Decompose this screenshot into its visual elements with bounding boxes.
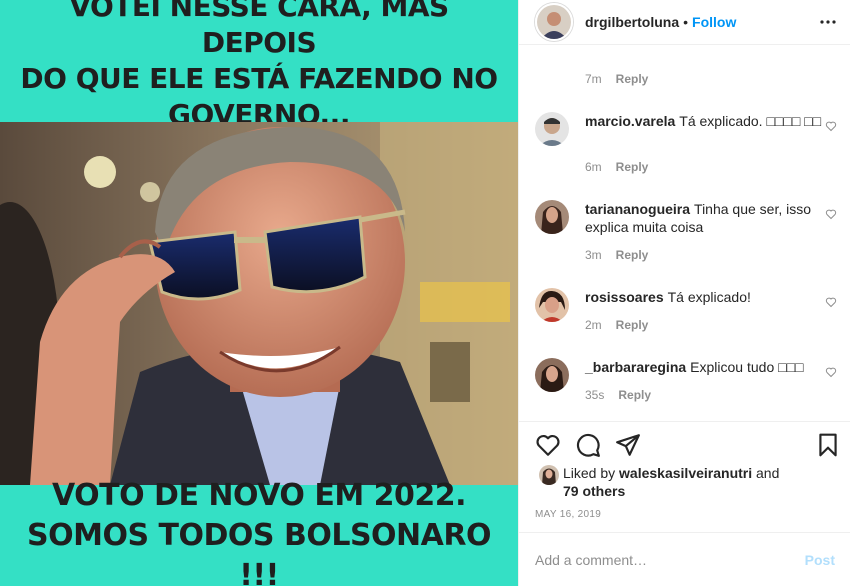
meme-top-caption: VOTEI NESSE CARA, MAS DEPOIS DO QUE ELE … bbox=[0, 0, 518, 131]
commenter-avatar[interactable] bbox=[535, 112, 569, 146]
comment-time: 35s bbox=[585, 388, 605, 402]
likes-text: Liked by waleskasilveiranutri and 79 oth… bbox=[563, 464, 823, 500]
commenter-username[interactable]: _barbararegina bbox=[585, 359, 686, 375]
like-comment-heart-icon[interactable] bbox=[825, 366, 837, 378]
reply-button[interactable]: Reply bbox=[616, 72, 649, 86]
post-date: MAY 16, 2019 bbox=[535, 509, 602, 520]
post-side-panel: drgilbertoluna • Follow 7m Reply marcio.v… bbox=[518, 0, 850, 586]
comment-meta: 35s Reply bbox=[585, 388, 651, 402]
header-separator: • bbox=[683, 14, 689, 30]
commenter-username[interactable]: marcio.varela bbox=[585, 113, 675, 129]
like-comment-heart-icon[interactable] bbox=[825, 208, 837, 220]
paper-plane-icon[interactable] bbox=[615, 432, 641, 458]
comment-body: tariananogueira Tinha que ser, isso expli… bbox=[585, 200, 825, 236]
commenter-avatar[interactable] bbox=[535, 288, 569, 322]
post-comment-button[interactable]: Post bbox=[805, 552, 835, 568]
likes-others-link[interactable]: 79 others bbox=[563, 483, 625, 499]
comment-time: 3m bbox=[585, 248, 602, 262]
commenter-username[interactable]: rosissoares bbox=[585, 289, 664, 305]
bookmark-icon[interactable] bbox=[815, 432, 841, 458]
post-image[interactable]: VOTEI NESSE CARA, MAS DEPOIS DO QUE ELE … bbox=[0, 0, 518, 586]
comment-text: Tá explicado. □□□□ □□ bbox=[679, 113, 822, 129]
like-comment-heart-icon[interactable] bbox=[825, 120, 837, 132]
comment-body: marcio.varela Tá explicado. □□□□ □□ bbox=[585, 112, 825, 130]
comment-time: 2m bbox=[585, 318, 602, 332]
comment-body: rosissoares Tá explicado! bbox=[585, 288, 825, 306]
more-horizontal-icon[interactable] bbox=[819, 13, 837, 31]
likes-summary: Liked by waleskasilveiranutri and 79 oth… bbox=[535, 464, 835, 504]
post-header: drgilbertoluna • Follow bbox=[519, 0, 850, 45]
meme-top-text: VOTEI NESSE CARA, MAS DEPOIS DO QUE ELE … bbox=[20, 0, 498, 131]
meme-bottom-text: VOTO DE NOVO EM 2022. SOMOS TODOS BOLSON… bbox=[27, 477, 491, 586]
meme-photo bbox=[0, 122, 518, 485]
commenter-avatar[interactable] bbox=[535, 358, 569, 392]
reply-button[interactable]: Reply bbox=[618, 388, 651, 402]
likes-prefix: Liked by bbox=[563, 465, 616, 481]
reply-button[interactable]: Reply bbox=[616, 160, 649, 174]
reply-button[interactable]: Reply bbox=[616, 318, 649, 332]
add-comment-bar: Post bbox=[519, 532, 850, 586]
author-avatar[interactable] bbox=[535, 3, 573, 41]
comment-time: 7m bbox=[585, 72, 602, 86]
comment-time: 6m bbox=[585, 160, 602, 174]
comment-meta: 7m Reply bbox=[585, 72, 648, 86]
comment-body: _barbararegina Explicou tudo □□□ bbox=[585, 358, 825, 376]
reply-button[interactable]: Reply bbox=[616, 248, 649, 262]
heart-icon[interactable] bbox=[535, 432, 561, 458]
comments-list[interactable]: 7m Reply marcio.varela Tá explicado. □□□□ … bbox=[519, 46, 850, 420]
author-username[interactable]: drgilbertoluna bbox=[585, 14, 679, 30]
comment-text: Explicou tudo □□□ bbox=[690, 359, 804, 375]
commenter-avatar[interactable] bbox=[535, 200, 569, 234]
follow-button[interactable]: Follow bbox=[692, 14, 736, 30]
action-bar bbox=[519, 421, 850, 465]
comment-meta: 6m Reply bbox=[585, 160, 648, 174]
comment-meta: 2m Reply bbox=[585, 318, 648, 332]
comment-icon[interactable] bbox=[575, 432, 601, 458]
comment-meta: 3m Reply bbox=[585, 248, 648, 262]
liker-avatar[interactable] bbox=[539, 465, 559, 485]
comment-input[interactable] bbox=[535, 551, 805, 568]
meme-bottom-caption: VOTO DE NOVO EM 2022. SOMOS TODOS BOLSON… bbox=[0, 478, 518, 586]
like-comment-heart-icon[interactable] bbox=[825, 296, 837, 308]
comment-text: Tá explicado! bbox=[667, 289, 751, 305]
likes-joiner: and bbox=[756, 465, 780, 481]
liker-username[interactable]: waleskasilveiranutri bbox=[619, 465, 752, 481]
commenter-username[interactable]: tariananogueira bbox=[585, 201, 690, 217]
